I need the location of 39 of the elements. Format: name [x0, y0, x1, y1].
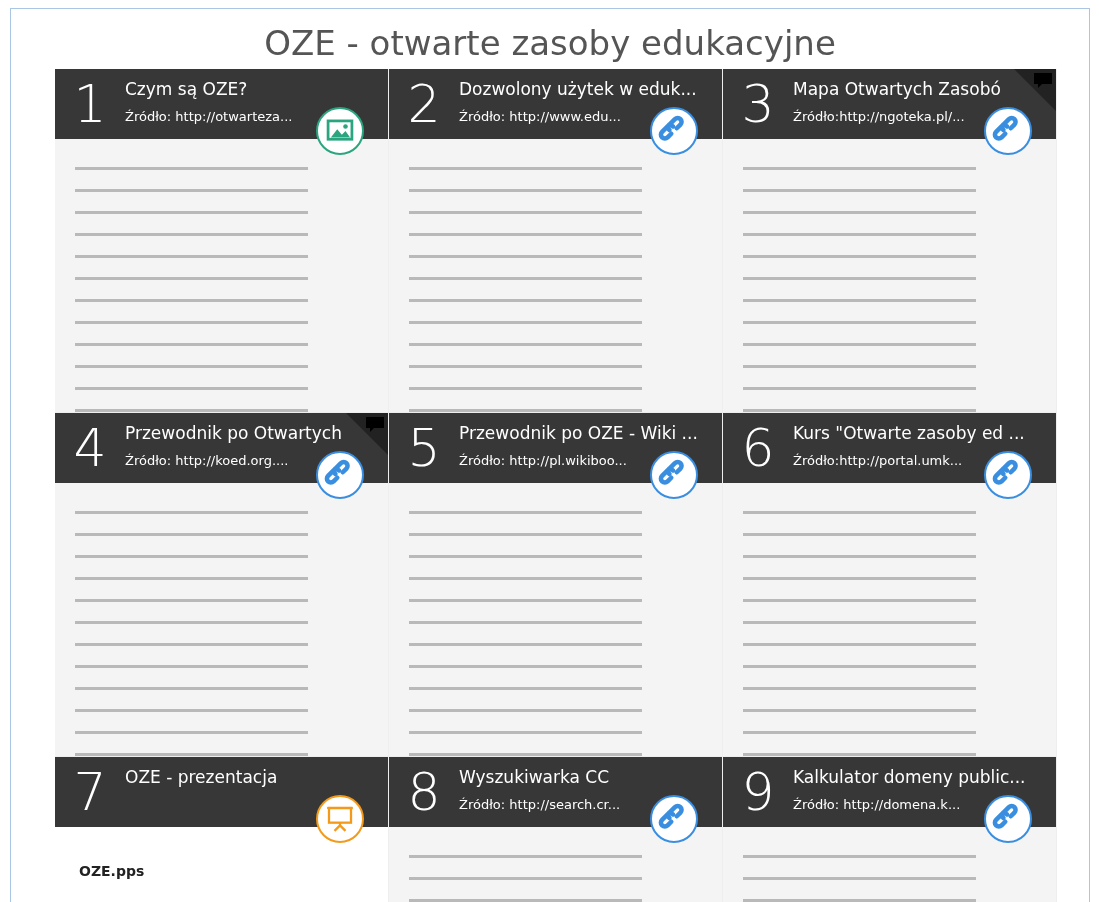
link-icon[interactable] — [316, 451, 364, 499]
tile-title[interactable]: Przewodnik po Otwartych — [125, 423, 342, 443]
source-text: Źródło: http://pl.wikiboo... — [459, 453, 628, 468]
source-text: Źródło: http://domena.k... — [793, 797, 962, 812]
link-icon[interactable] — [650, 451, 698, 499]
tile-number: 7 — [72, 761, 108, 824]
tile-title[interactable]: Dozwolony użytek w eduk... — [459, 79, 697, 99]
page-title: OZE - otwarte zasoby edukacyjne — [263, 22, 837, 65]
tile-number: 1 — [72, 73, 108, 136]
picture-icon[interactable] — [316, 107, 364, 155]
presentation-icon[interactable] — [316, 795, 364, 843]
link-icon[interactable] — [984, 107, 1032, 155]
tile-title[interactable]: Czym są OZE? — [125, 79, 293, 99]
tile-title[interactable]: Wyszukiwarka CC — [459, 767, 621, 787]
tile-title[interactable]: Mapa Otwartych Zasobó — [793, 79, 1001, 99]
tile-number: 2 — [406, 73, 442, 136]
link-icon[interactable] — [984, 451, 1032, 499]
tile-title[interactable]: Przewodnik po OZE - Wiki ... — [459, 423, 698, 443]
comment-icon[interactable] — [1033, 72, 1053, 90]
source-text: Źródło: http://search.cr... — [459, 797, 621, 812]
tile-title[interactable]: OZE - prezentacja — [125, 767, 278, 787]
comment-icon[interactable] — [365, 416, 385, 434]
source-text: Źródło: http://otwarteza... — [125, 109, 293, 124]
link-icon[interactable] — [650, 107, 698, 155]
source-text: Źródło:http://portal.umk... — [793, 453, 964, 468]
tile-number: 5 — [406, 417, 442, 480]
source-text: Źródło:http://ngoteka.pl/... — [793, 109, 966, 124]
tile-number: 9 — [740, 761, 776, 824]
tile-number: 4 — [72, 417, 108, 480]
file-name: OZE.pps — [79, 863, 145, 879]
link-icon[interactable] — [984, 795, 1032, 843]
tile-title[interactable]: Kalkulator domeny public... — [793, 767, 1026, 787]
source-text: Źródło: http://www.edu... — [459, 109, 622, 124]
tile-title[interactable]: Kurs "Otwarte zasoby ed ... — [793, 423, 1025, 443]
link-icon[interactable] — [650, 795, 698, 843]
tile-number: 3 — [740, 73, 776, 136]
source-text: Źródło: http://koed.org.... — [125, 453, 290, 468]
tile-number: 8 — [406, 761, 442, 824]
tile-number: 6 — [740, 417, 776, 480]
